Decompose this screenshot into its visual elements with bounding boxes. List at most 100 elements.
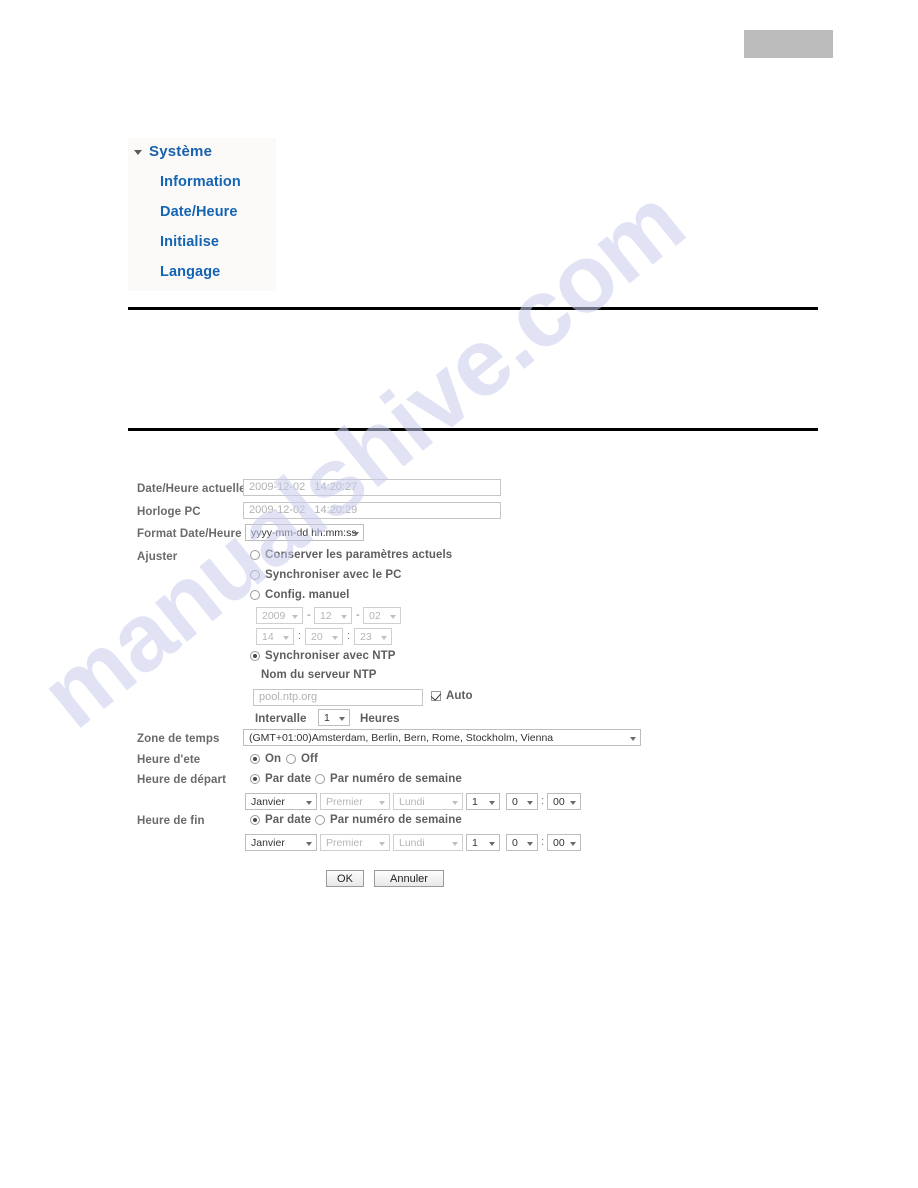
end-day-select[interactable]: 1	[466, 834, 500, 851]
label-current-datetime: Date/Heure actuelle	[137, 483, 246, 495]
label-interval: Intervalle	[255, 713, 307, 725]
label-ajuster: Ajuster	[137, 551, 178, 563]
end-minute-select[interactable]: 00	[547, 834, 581, 851]
timezone-value: (GMT+01:00)Amsterdam, Berlin, Bern, Rome…	[249, 731, 554, 744]
chevron-down-icon	[489, 800, 495, 805]
start-hour-select[interactable]: 0	[506, 793, 538, 810]
end-day-value: 1	[472, 836, 478, 849]
manual-day-select[interactable]: 02	[363, 607, 401, 624]
radio-label: On	[265, 753, 282, 765]
start-ordinal-select[interactable]: Premier	[320, 793, 390, 810]
sidebar-item-langage[interactable]: Langage	[160, 264, 220, 280]
radio-end-by-week-number[interactable]: Par numéro de semaine	[315, 814, 462, 826]
sidebar-menu: Système Information Date/Heure Initialis…	[128, 138, 276, 291]
sidebar-item-label-systeme: Système	[149, 143, 213, 160]
auto-checkbox[interactable]: Auto	[431, 690, 473, 702]
sidebar-item-initialise[interactable]: Initialise	[160, 234, 219, 250]
end-weekday-select[interactable]: Lundi	[393, 834, 463, 851]
radio-label: Par date	[265, 814, 312, 826]
radio-dst-on[interactable]: On	[250, 753, 281, 765]
start-weekday-select[interactable]: Lundi	[393, 793, 463, 810]
manual-month-value: 12	[320, 609, 332, 622]
chevron-down-icon	[379, 841, 385, 846]
radio-dst-off[interactable]: Off	[286, 753, 318, 765]
radio-label: Config. manuel	[265, 589, 350, 601]
end-ordinal-value: Premier	[326, 836, 363, 849]
chevron-down-icon	[630, 736, 636, 741]
end-hour-select[interactable]: 0	[506, 834, 538, 851]
chevron-down-icon	[283, 635, 289, 640]
divider-middle	[128, 428, 818, 431]
start-day-select[interactable]: 1	[466, 793, 500, 810]
sidebar-item-information[interactable]: Information	[160, 174, 241, 190]
end-minute-value: 00	[553, 836, 565, 849]
label-datetime-format: Format Date/Heure	[137, 528, 242, 540]
manual-minute-select[interactable]: 20	[305, 628, 343, 645]
end-month-select[interactable]: Janvier	[245, 834, 317, 851]
radio-icon	[315, 774, 325, 784]
timezone-select[interactable]: (GMT+01:00)Amsterdam, Berlin, Bern, Rome…	[243, 729, 641, 746]
time-separator-2: :	[347, 630, 351, 642]
manual-second-value: 23	[360, 630, 372, 643]
start-time-separator: :	[541, 795, 545, 807]
datetime-format-value: yyyy-mm-dd hh:mm:ss	[251, 526, 357, 539]
chevron-down-icon	[332, 635, 338, 640]
radio-label: Conserver les paramètres actuels	[265, 549, 453, 561]
manual-second-select[interactable]: 23	[354, 628, 392, 645]
ok-button[interactable]: OK	[326, 870, 364, 887]
manual-year-select[interactable]: 2009	[256, 607, 303, 624]
end-month-value: Janvier	[251, 836, 285, 849]
auto-checkbox-label: Auto	[446, 690, 473, 702]
start-minute-select[interactable]: 00	[547, 793, 581, 810]
end-hour-value: 0	[512, 836, 518, 849]
label-pc-clock: Horloge PC	[137, 506, 201, 518]
radio-start-by-date[interactable]: Par date	[250, 773, 311, 785]
cancel-button[interactable]: Annuler	[374, 870, 444, 887]
radio-icon	[250, 754, 260, 764]
start-hour-value: 0	[512, 795, 518, 808]
radio-icon	[286, 754, 296, 764]
radio-sync-with-ntp[interactable]: Synchroniser avec NTP	[250, 650, 396, 662]
header-redacted-block	[744, 30, 833, 58]
manual-year-value: 2009	[262, 609, 286, 622]
end-time-separator: :	[541, 836, 545, 848]
chevron-down-icon	[306, 841, 312, 846]
radio-manual-config[interactable]: Config. manuel	[250, 589, 349, 601]
radio-icon	[250, 815, 260, 825]
end-ordinal-select[interactable]: Premier	[320, 834, 390, 851]
chevron-down-icon	[353, 531, 359, 536]
radio-sync-with-pc[interactable]: Synchroniser avec le PC	[250, 569, 402, 581]
radio-label: Synchroniser avec NTP	[265, 650, 396, 662]
checkbox-icon	[431, 691, 441, 701]
start-month-select[interactable]: Janvier	[245, 793, 317, 810]
radio-label: Par numéro de semaine	[330, 773, 462, 785]
chevron-down-icon	[292, 614, 298, 619]
pc-clock-field: 2009-12-02 14:20:29	[243, 502, 501, 519]
chevron-down-icon	[390, 614, 396, 619]
chevron-down-icon	[570, 841, 576, 846]
radio-keep-current-settings[interactable]: Conserver les paramètres actuels	[250, 549, 452, 561]
manual-month-select[interactable]: 12	[314, 607, 352, 624]
radio-start-by-week-number[interactable]: Par numéro de semaine	[315, 773, 462, 785]
datetime-format-select[interactable]: yyyy-mm-dd hh:mm:ss	[245, 524, 364, 541]
interval-select[interactable]: 1	[318, 709, 350, 726]
chevron-down-icon	[341, 614, 347, 619]
manual-hour-select[interactable]: 14	[256, 628, 294, 645]
chevron-down-icon	[379, 800, 385, 805]
divider-top	[128, 307, 818, 310]
caret-down-icon	[134, 150, 142, 155]
start-month-value: Janvier	[251, 795, 285, 808]
radio-end-by-date[interactable]: Par date	[250, 814, 311, 826]
label-ntp-server: Nom du serveur NTP	[261, 669, 377, 681]
chevron-down-icon	[381, 635, 387, 640]
radio-icon	[315, 815, 325, 825]
chevron-down-icon	[306, 800, 312, 805]
manual-minute-value: 20	[311, 630, 323, 643]
radio-label: Par date	[265, 773, 312, 785]
sidebar-item-date-heure[interactable]: Date/Heure	[160, 204, 238, 220]
radio-icon	[250, 550, 260, 560]
ntp-server-input[interactable]: pool.ntp.org	[253, 689, 423, 706]
manual-hour-value: 14	[262, 630, 274, 643]
chevron-down-icon	[489, 841, 495, 846]
sidebar-item-systeme[interactable]: Système	[134, 143, 212, 160]
